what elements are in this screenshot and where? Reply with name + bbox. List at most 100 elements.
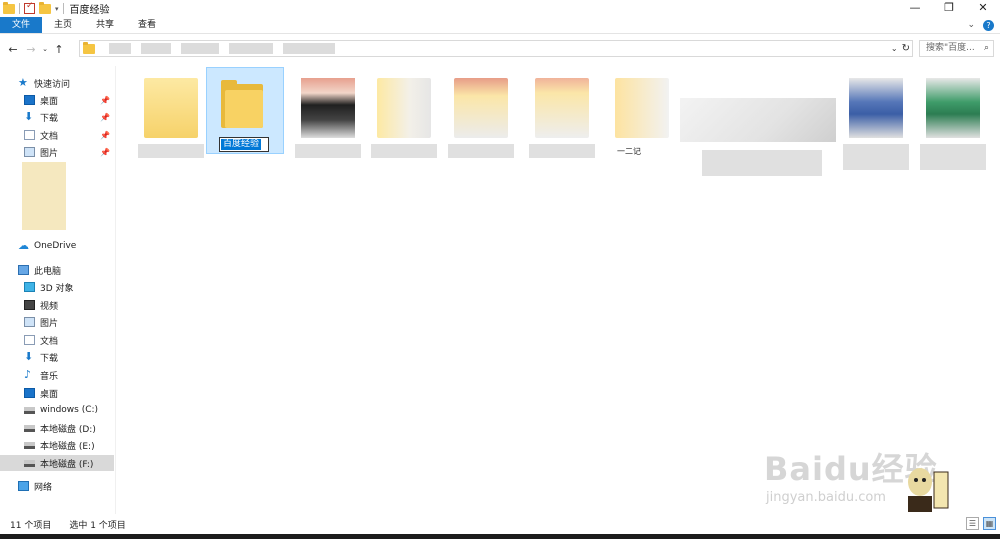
sidebar-item-videos[interactable]: 视频 — [0, 297, 114, 313]
sidebar-item-drive-c[interactable]: windows (C:) — [0, 402, 114, 418]
file-item[interactable]: 一二记 — [607, 68, 677, 160]
file-item[interactable] — [680, 98, 836, 178]
download-icon: ⬇ — [24, 350, 34, 363]
drive-icon — [24, 459, 35, 467]
status-bar: 11 个项目 选中 1 个项目 ☰ ▦ — [0, 514, 1000, 534]
file-name-redacted — [920, 144, 986, 170]
pin-icon[interactable]: 📌 — [100, 148, 110, 157]
file-item[interactable] — [293, 68, 363, 160]
navigation-row: ← → ⌄ ↑ ⌄ ↻ 搜索"百度... ⌕ — [0, 38, 1000, 60]
file-item[interactable] — [918, 68, 988, 170]
excel-document-icon — [926, 78, 980, 138]
folder-icon — [3, 1, 15, 14]
sidebar-item-this-pc[interactable]: 此电脑 — [0, 262, 114, 278]
restore-button[interactable]: ❐ — [932, 0, 966, 17]
window-title: 百度经验 — [69, 5, 110, 16]
sidebar-item-label: 图片 — [40, 318, 59, 329]
minimize-button[interactable]: — — [898, 0, 932, 17]
cube-icon — [24, 282, 35, 292]
recent-locations-icon[interactable]: ⌄ — [40, 45, 50, 53]
watermark-url: jingyan.baidu.com — [766, 490, 886, 505]
search-input[interactable]: 搜索"百度... ⌕ — [919, 40, 994, 57]
help-icon[interactable]: ? — [983, 19, 994, 31]
word-document-icon — [849, 78, 903, 138]
folder-icon — [615, 78, 669, 138]
title-bar: ▾ 百度经验 — ❐ ✕ — [0, 0, 1000, 17]
rename-input[interactable]: 百度经验 — [219, 137, 269, 152]
back-button[interactable]: ← — [4, 43, 22, 56]
pin-icon[interactable]: 📌 — [100, 131, 110, 140]
large-icons-view-button[interactable]: ▦ — [983, 517, 996, 530]
file-item[interactable] — [527, 68, 597, 160]
breadcrumb-item[interactable] — [229, 43, 273, 54]
folder-icon — [83, 41, 95, 54]
music-icon: ♪ — [24, 368, 32, 381]
breadcrumb-item[interactable] — [283, 43, 335, 54]
view-switcher: ☰ ▦ — [966, 517, 996, 530]
pin-icon[interactable]: 📌 — [100, 96, 110, 105]
taskbar — [0, 534, 1000, 539]
pin-icon[interactable]: 📌 — [100, 113, 110, 122]
file-item[interactable] — [369, 68, 439, 160]
sidebar-item-label: 音乐 — [40, 371, 59, 382]
details-view-button[interactable]: ☰ — [966, 517, 979, 530]
file-item[interactable] — [841, 68, 911, 170]
expand-ribbon-icon[interactable]: ⌄ — [967, 20, 975, 30]
tab-home[interactable]: 主页 — [42, 17, 84, 33]
refresh-icon[interactable]: ↻ — [902, 43, 910, 54]
breadcrumb-item[interactable] — [141, 43, 171, 54]
sidebar-item-3d-objects[interactable]: 3D 对象 — [0, 279, 114, 295]
breadcrumb-item[interactable] — [181, 43, 219, 54]
sidebar-item-label: 本地磁盘 (F:) — [40, 459, 94, 470]
folder-icon — [377, 78, 431, 138]
sidebar-item-quick-access[interactable]: ★ 快速访问 — [0, 75, 114, 91]
sidebar-item-label: 本地磁盘 (E:) — [40, 441, 95, 452]
navigation-pane: ★ 快速访问 桌面 📌 ⬇ 下载 📌 文档 📌 图片 📌 ☁ OneDrive … — [0, 66, 116, 514]
sidebar-item-pictures-pc[interactable]: 图片 — [0, 314, 114, 330]
file-name-partial: 一二记 — [617, 147, 641, 156]
sidebar-item-drive-f[interactable]: 本地磁盘 (F:) — [0, 455, 114, 471]
baidu-watermark: Baidu经验 jingyan.baidu.com — [760, 432, 960, 522]
chevron-down-icon[interactable]: ⌄ — [891, 44, 898, 53]
file-name-redacted — [371, 144, 437, 158]
address-bar[interactable]: ⌄ ↻ — [79, 40, 913, 57]
sidebar-item-documents[interactable]: 文档 📌 — [0, 127, 114, 143]
breadcrumb-item[interactable] — [109, 43, 131, 54]
divider — [62, 3, 64, 14]
new-folder-icon[interactable] — [39, 1, 51, 14]
tab-share[interactable]: 共享 — [84, 17, 126, 33]
item-count: 11 个项目 — [10, 520, 52, 531]
file-item[interactable] — [446, 68, 516, 160]
sidebar-item-desktop[interactable]: 桌面 📌 — [0, 92, 114, 108]
folder-icon — [144, 78, 198, 138]
chevron-down-icon[interactable]: ▾ — [55, 5, 59, 13]
sidebar-item-pictures[interactable]: 图片 📌 — [0, 144, 114, 160]
sidebar-item-documents-pc[interactable]: 文档 — [0, 332, 114, 348]
file-item[interactable] — [136, 68, 206, 160]
up-button[interactable]: ↑ — [50, 43, 68, 56]
file-item-selected[interactable]: 百度经验 — [206, 67, 284, 154]
sidebar-item-downloads-pc[interactable]: ⬇ 下载 — [0, 349, 114, 365]
sidebar-item-label: 网络 — [34, 482, 53, 493]
document-icon — [24, 130, 35, 140]
address-controls: ⌄ ↻ — [891, 41, 910, 56]
sidebar-item-desktop-pc[interactable]: 桌面 — [0, 385, 114, 401]
sidebar-item-network[interactable]: 网络 — [0, 478, 114, 494]
search-placeholder: 搜索"百度... — [926, 43, 975, 53]
folder-icon — [454, 78, 508, 138]
star-icon: ★ — [18, 76, 28, 89]
network-icon — [18, 481, 29, 491]
forward-button[interactable]: → — [22, 43, 40, 56]
sidebar-item-drive-e[interactable]: 本地磁盘 (E:) — [0, 437, 114, 453]
sidebar-item-music[interactable]: ♪ 音乐 — [0, 367, 114, 383]
sidebar-item-downloads[interactable]: ⬇ 下载 📌 — [0, 109, 114, 125]
close-button[interactable]: ✕ — [966, 0, 1000, 17]
tab-view[interactable]: 查看 — [126, 17, 168, 33]
search-icon: ⌕ — [983, 43, 989, 53]
sidebar-item-drive-d[interactable]: 本地磁盘 (D:) — [0, 420, 114, 436]
sidebar-item-label: 3D 对象 — [40, 283, 74, 294]
tab-file[interactable]: 文件 — [0, 17, 43, 33]
properties-icon[interactable] — [24, 1, 35, 14]
sidebar-item-onedrive[interactable]: ☁ OneDrive — [0, 238, 114, 254]
file-name-redacted — [702, 150, 822, 176]
